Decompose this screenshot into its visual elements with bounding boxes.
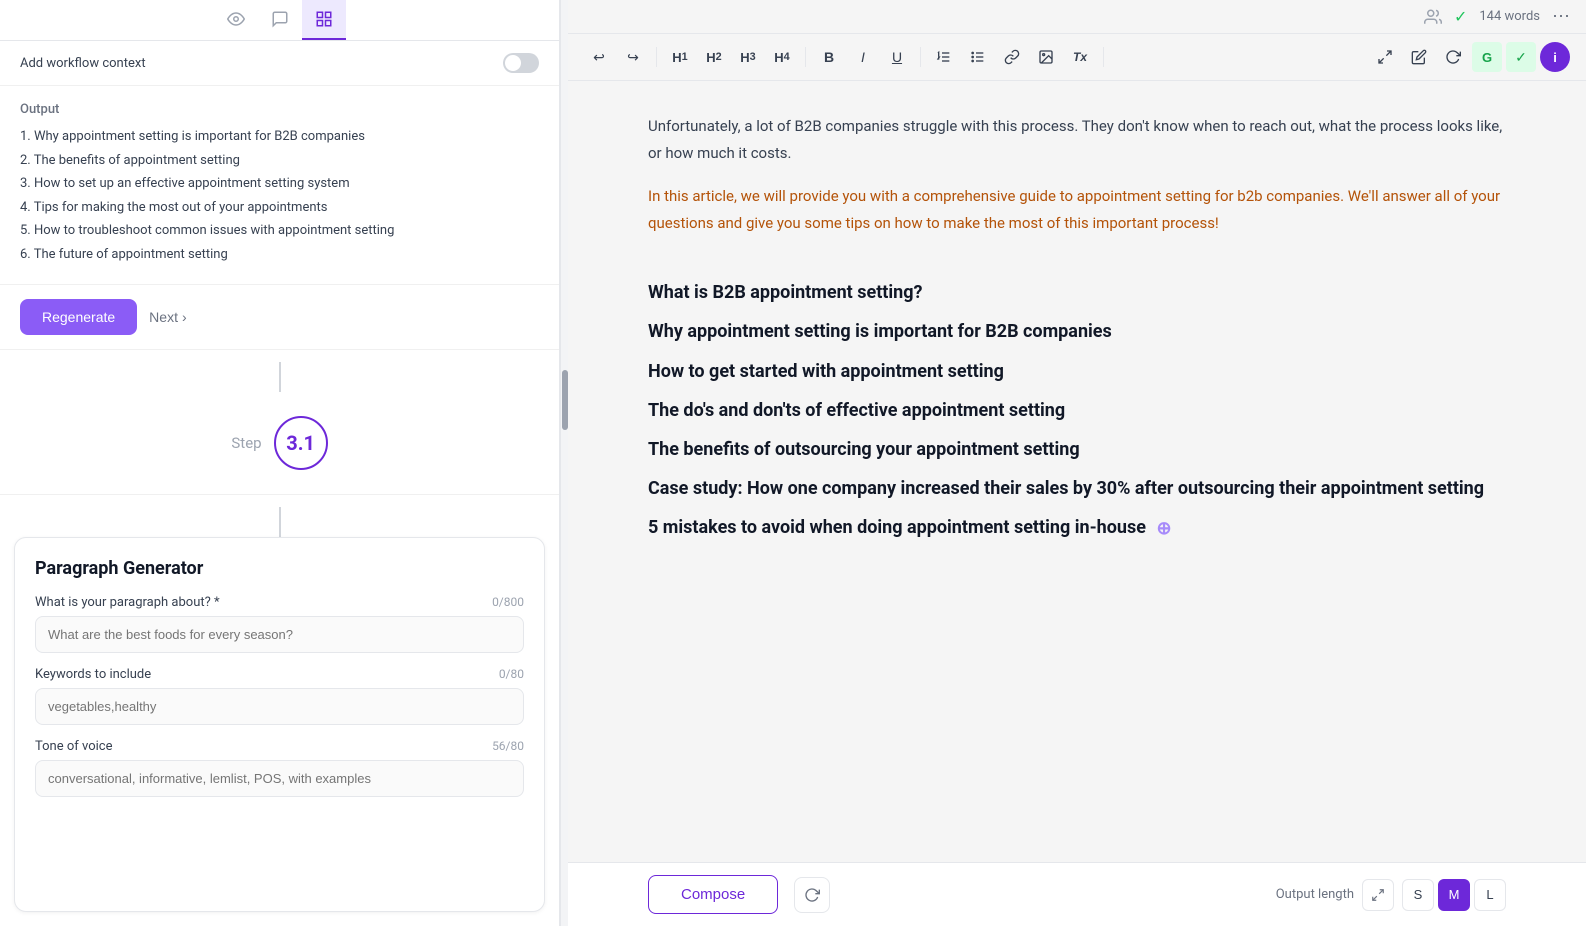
edit-pencil-btn[interactable] (1404, 42, 1434, 72)
length-l-button[interactable]: L (1474, 879, 1506, 911)
refresh-bottom-btn[interactable] (794, 877, 830, 913)
tab-layout[interactable] (302, 0, 346, 40)
output-label: Output (20, 102, 539, 117)
list-item: 3. How to set up an effective appointmen… (20, 174, 539, 194)
step-label: Step (231, 434, 261, 452)
context-toggle-label: Add workflow context (20, 56, 146, 71)
editor-toolbar: ↩ ↪ H1 H2 H3 H4 B I U (568, 34, 1586, 81)
heading-2: Why appointment setting is important for… (648, 319, 1506, 344)
list-item: 2. The benefits of appointment setting (20, 151, 539, 171)
users-icon (1424, 8, 1442, 26)
tab-chat[interactable] (258, 0, 302, 40)
word-count: 144 words (1479, 9, 1540, 24)
length-m-button[interactable]: M (1438, 879, 1470, 911)
card-title: Paragraph Generator (35, 558, 524, 579)
toolbar-separator-4 (1103, 47, 1104, 67)
heading-4: The do's and don'ts of effective appoint… (648, 398, 1506, 423)
h4-button[interactable]: H4 (767, 42, 797, 72)
undo-button[interactable]: ↩ (584, 42, 614, 72)
length-s-button[interactable]: S (1402, 879, 1434, 911)
heading-5: The benefits of outsourcing your appoint… (648, 437, 1506, 462)
context-toggle-switch[interactable] (503, 53, 539, 73)
length-buttons: S M L (1402, 879, 1506, 911)
bottom-bar: Compose Output length S M L (568, 862, 1586, 926)
tone-field-label-row: Tone of voice 56/80 (35, 739, 524, 754)
heading-7: 5 mistakes to avoid when doing appointme… (648, 515, 1506, 541)
link-button[interactable] (997, 42, 1027, 72)
left-scroll-track[interactable] (560, 0, 568, 926)
compose-button[interactable]: Compose (648, 875, 778, 914)
step-connector (0, 350, 559, 392)
arrows-icon-btn[interactable] (1370, 42, 1400, 72)
h2-button[interactable]: H2 (699, 42, 729, 72)
intro-para-2: In this article, we will provide you wit… (648, 183, 1506, 237)
list-item: 6. The future of appointment setting (20, 245, 539, 265)
list-item: 1. Why appointment setting is important … (20, 127, 539, 147)
shield-btn[interactable]: ✓ (1506, 42, 1536, 72)
step-indicator: Step 3.1 (0, 392, 559, 495)
connector-line (279, 362, 281, 392)
paragraph-generator-card: Paragraph Generator What is your paragra… (14, 537, 545, 912)
output-length-label: Output length (1276, 887, 1354, 902)
tone-input[interactable] (35, 760, 524, 797)
underline-button[interactable]: U (882, 42, 912, 72)
h3-button[interactable]: H3 (733, 42, 763, 72)
output-list: 1. Why appointment setting is important … (20, 127, 539, 264)
plus-icon: ⊕ (1156, 518, 1171, 539)
refresh-btn[interactable] (1438, 42, 1468, 72)
heading-6: Case study: How one company increased th… (648, 476, 1506, 501)
panel-tabs (0, 0, 559, 41)
italic-button[interactable]: I (848, 42, 878, 72)
list-item: 5. How to troubleshoot common issues wit… (20, 221, 539, 241)
editor-panel: ✓ 144 words ⋯ ↩ ↪ H1 H2 H3 H4 B I U (568, 0, 1586, 926)
h1-button[interactable]: H1 (665, 42, 695, 72)
editor-content-area[interactable]: Unfortunately, a lot of B2B companies st… (568, 81, 1586, 862)
redo-button[interactable]: ↪ (618, 42, 648, 72)
heading-3: How to get started with appointment sett… (648, 359, 1506, 384)
next-button[interactable]: Next › (149, 309, 186, 325)
grammarly-btn[interactable]: G (1472, 42, 1502, 72)
toolbar-separator-1 (656, 47, 657, 67)
tab-eye[interactable] (214, 0, 258, 40)
expand-btn[interactable] (1362, 879, 1394, 911)
ordered-list-button[interactable] (929, 42, 959, 72)
action-buttons-row: Regenerate Next › (0, 285, 559, 350)
image-button[interactable] (1031, 42, 1061, 72)
step-connector-below (0, 495, 559, 537)
list-item: 4. Tips for making the most out of your … (20, 198, 539, 218)
context-toggle-row: Add workflow context (0, 41, 559, 86)
editor-top-header: ✓ 144 words ⋯ (568, 0, 1586, 34)
output-length-group: Output length S M L (1276, 879, 1506, 911)
toolbar-separator-2 (805, 47, 806, 67)
info-btn[interactable]: i (1540, 42, 1570, 72)
keywords-field-label-row: Keywords to include 0/80 (35, 667, 524, 682)
more-icon[interactable]: ⋯ (1552, 6, 1570, 27)
regenerate-button[interactable]: Regenerate (20, 299, 137, 335)
step-badge: 3.1 (274, 416, 328, 470)
bold-button[interactable]: B (814, 42, 844, 72)
about-field-label-row: What is your paragraph about? * 0/800 (35, 595, 524, 610)
heading-1: What is B2B appointment setting? (648, 280, 1506, 305)
intro-para-1: Unfortunately, a lot of B2B companies st… (648, 113, 1506, 167)
toolbar-separator-3 (920, 47, 921, 67)
connector-line-below (279, 507, 281, 537)
keywords-input[interactable] (35, 688, 524, 725)
output-section: Output 1. Why appointment setting is imp… (0, 86, 559, 285)
editor-right-section: Unfortunately, a lot of B2B companies st… (568, 81, 1586, 862)
scroll-thumb (562, 370, 568, 430)
clear-format-button[interactable]: Tx (1065, 42, 1095, 72)
about-input[interactable] (35, 616, 524, 653)
check-icon: ✓ (1454, 7, 1467, 26)
unordered-list-button[interactable] (963, 42, 993, 72)
